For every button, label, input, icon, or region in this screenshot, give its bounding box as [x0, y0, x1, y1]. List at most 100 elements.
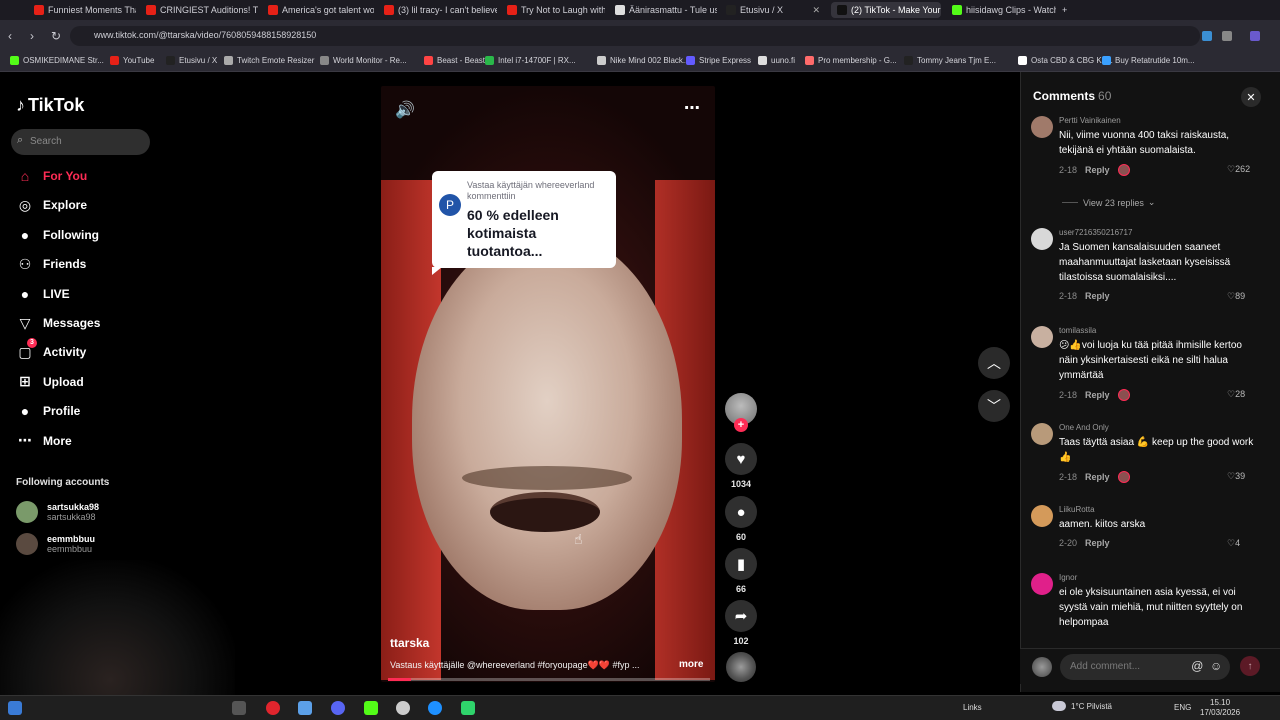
bookmark-item[interactable]: Twitch Emote Resizer [224, 56, 314, 65]
browser-tab[interactable]: (3) lil tracy- I can't believe✕ [378, 2, 497, 18]
bookmark-item[interactable]: Tommy Jeans Tjm E... [904, 56, 996, 65]
following-account[interactable]: eemmbbuu eemmbbuu [16, 533, 95, 555]
browser-tab[interactable]: America's got talent wors✕ [262, 2, 374, 18]
sidebar-item-messages[interactable]: ▽ Messages [16, 314, 101, 332]
bookmark-item[interactable]: uuno.fi [758, 56, 795, 65]
bookmark-button[interactable]: ▮ 66 [725, 548, 757, 594]
video-progress-bar[interactable] [388, 678, 710, 681]
bookmark-item[interactable]: Osta CBD & CBG Ke... [1018, 56, 1113, 65]
comment-like-button[interactable]: ♡28 [1227, 389, 1245, 400]
sidebar-item-activity[interactable]: ▢ Activity 3 [16, 338, 86, 361]
sidebar-item-more[interactable]: ⋯ More [16, 432, 72, 450]
avatar[interactable] [1031, 423, 1053, 445]
comment-username[interactable]: tomilassila [1059, 326, 1096, 335]
avatar[interactable] [1031, 326, 1053, 348]
share-button[interactable]: ➦ 102 [725, 600, 757, 646]
emoji-icon[interactable]: ☺ [1210, 659, 1222, 673]
sidebar-item-live[interactable]: ● LIVE [16, 285, 70, 303]
reload-icon[interactable]: ↻ [51, 29, 61, 43]
sidebar-item-upload[interactable]: ⊞ Upload [16, 373, 84, 391]
tiktok-logo[interactable]: ♪ TikTok [16, 95, 84, 116]
comment-like-button[interactable]: ♡262 [1227, 164, 1250, 175]
close-comments-button[interactable]: ✕ [1241, 87, 1261, 107]
close-tab-icon[interactable]: ✕ [812, 5, 820, 16]
add-comment-input[interactable]: Add comment... @ ☺ [1060, 654, 1230, 680]
task-view-icon[interactable] [232, 701, 246, 715]
start-icon[interactable] [8, 701, 22, 715]
browser-tab[interactable]: Äänirasmattu - Tule uskon✕ [609, 2, 717, 18]
follow-plus-icon[interactable]: + [734, 418, 748, 432]
view-replies-button[interactable]: View 23 replies ⌄ [1062, 197, 1155, 208]
comment-button[interactable]: ● 60 [725, 496, 757, 542]
taskbar-links[interactable]: Links [963, 703, 982, 712]
app-icon[interactable] [298, 701, 312, 715]
edge-icon[interactable] [428, 701, 442, 715]
browser-tab[interactable]: Funniest Moments That M✕ [28, 2, 136, 18]
comment-like-button[interactable]: ♡4 [1227, 538, 1240, 549]
avatar[interactable] [1031, 573, 1053, 595]
avatar[interactable] [1031, 505, 1053, 527]
comment-username[interactable]: user7216350216717 [1059, 228, 1132, 237]
kick-icon[interactable] [364, 701, 378, 715]
post-comment-button[interactable]: ↑ [1240, 656, 1260, 676]
sidebar-item-friends[interactable]: ⚇ Friends [16, 255, 87, 273]
bookmark-item[interactable]: Buy Retatrutide 10m... [1102, 56, 1195, 65]
bookmark-item[interactable]: YouTube [110, 56, 154, 65]
caption-more-button[interactable]: more [679, 659, 703, 670]
browser-tab[interactable]: CRINGIEST Auditions! Try✕ [140, 2, 258, 18]
search-input[interactable]: ⌕ Search [11, 129, 150, 155]
comment-like-button[interactable]: ♡89 [1227, 291, 1245, 302]
sidebar-item-following[interactable]: ● Following [16, 226, 99, 244]
bookmark-item[interactable]: Pro membership - G... [805, 56, 897, 65]
next-video-button[interactable]: ﹀ [978, 390, 1010, 422]
avatar[interactable] [1031, 116, 1053, 138]
browser-tab[interactable]: Try Not to Laugh with KSI✕ [501, 2, 605, 18]
clock[interactable]: 15.10 17/03/2026 [1200, 698, 1240, 718]
ai-icon[interactable] [1250, 31, 1260, 41]
reply-button[interactable]: Reply [1085, 291, 1110, 301]
sidebar-item-profile[interactable]: ● Profile [16, 402, 81, 420]
bookmark-item[interactable]: Etusivu / X [166, 56, 217, 65]
sidebar-item-explore[interactable]: ◎ Explore [16, 196, 87, 214]
reply-button[interactable]: Reply [1085, 165, 1110, 175]
opera-icon[interactable] [266, 701, 280, 715]
music-disc[interactable] [726, 652, 756, 682]
new-tab-icon[interactable]: + [1062, 2, 1076, 18]
like-button[interactable]: ♥ 1034 [725, 443, 757, 489]
app-icon[interactable] [461, 701, 475, 715]
browser-tab[interactable]: hiisidawg Clips - Watch Li✕ [946, 2, 1056, 18]
avatar[interactable] [1031, 228, 1053, 250]
browser-tab[interactable]: Etusivu / X ✕ [720, 2, 825, 18]
reply-button[interactable]: Reply [1085, 472, 1110, 482]
bookmark-item[interactable]: OSMIKEDIMANE Str... [10, 56, 104, 65]
bookmark-item[interactable]: Intel i7-14700F | RX... [485, 56, 576, 65]
video-author[interactable]: ttarska [390, 636, 429, 650]
bookmark-item[interactable]: World Monitor - Re... [320, 56, 407, 65]
comment-username[interactable]: LiikuRotta [1059, 505, 1095, 514]
weather-widget[interactable]: 1°C Pilvistä [1052, 701, 1112, 711]
bookmark-item[interactable]: Beast - Beast [424, 56, 485, 65]
volume-icon[interactable]: 🔊 [395, 100, 415, 120]
previous-video-button[interactable]: ︿ [978, 347, 1010, 379]
comment-username[interactable]: Pertti Vainikainen [1059, 116, 1121, 125]
forward-icon[interactable]: › [30, 29, 34, 43]
comment-username[interactable]: Ignor [1059, 573, 1077, 582]
address-bar[interactable]: www.tiktok.com/@ttarska/video/7608059488… [70, 26, 1200, 46]
sidebar-item-for-you[interactable]: ⌂ For You [16, 167, 87, 185]
extension-icon[interactable] [1202, 31, 1212, 41]
discord-icon[interactable] [331, 701, 345, 715]
reply-button[interactable]: Reply [1085, 538, 1110, 548]
back-icon[interactable]: ‹ [8, 29, 12, 43]
comment-username[interactable]: One And Only [1059, 423, 1109, 432]
video-more-icon[interactable]: ⋯ [684, 98, 701, 118]
bookmark-item[interactable]: Stripe Express [686, 56, 751, 65]
reply-button[interactable]: Reply [1085, 390, 1110, 400]
language-indicator[interactable]: ENG [1174, 703, 1191, 712]
extension-icon[interactable] [1222, 31, 1232, 41]
app-icon[interactable] [396, 701, 410, 715]
browser-tab[interactable]: (2) TikTok - Make Your✕ [831, 2, 941, 18]
bookmark-item[interactable]: Nike Mind 002 Black... [597, 56, 690, 65]
comment-like-button[interactable]: ♡39 [1227, 471, 1245, 482]
following-account[interactable]: sartsukka98 sartsukka98 [16, 501, 99, 523]
reply-sticker[interactable]: P Vastaa käyttäjän whereeverland komment… [432, 171, 616, 275]
